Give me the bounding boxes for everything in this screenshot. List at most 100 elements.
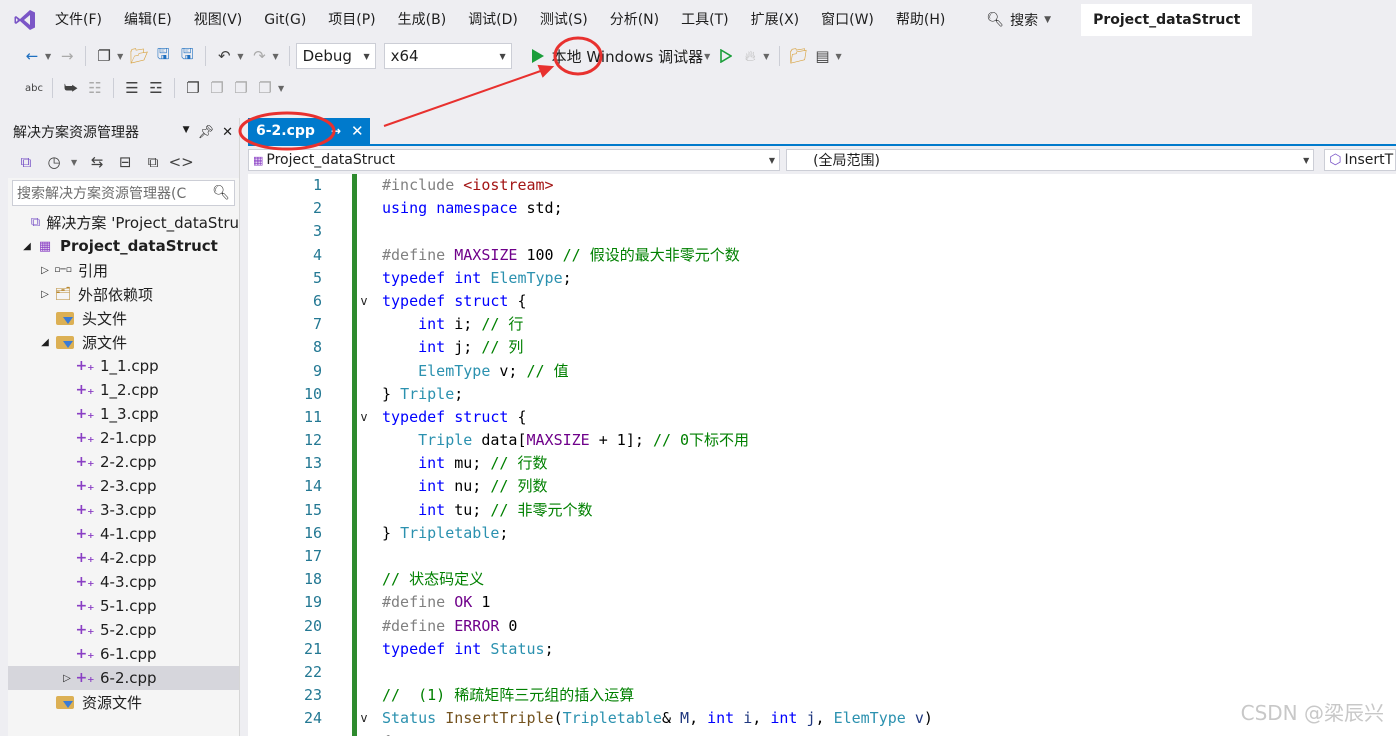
tree-item[interactable]: +₊ 6-1.cpp — [8, 642, 239, 666]
tree-item[interactable]: 资源文件 — [8, 690, 239, 714]
new-dropdown-icon[interactable]: ▼ — [117, 52, 123, 61]
collapse-all-icon[interactable]: ⊟ — [113, 150, 137, 174]
tree-item[interactable]: +₊ 5-2.cpp — [8, 618, 239, 642]
close-tab-icon[interactable]: ✕ — [351, 122, 364, 140]
bookmark-icon[interactable]: ❐ — [181, 76, 205, 100]
tree-item[interactable]: +₊ 4-3.cpp — [8, 570, 239, 594]
expanded-arrow-icon[interactable]: ◢ — [20, 241, 34, 252]
menu-item[interactable]: 生成(B) — [387, 0, 458, 40]
hot-reload-icon[interactable]: 🔥︎ — [738, 44, 762, 68]
start-debugging-play-icon[interactable] — [526, 44, 550, 68]
start-debugging-button[interactable]: 本地 Windows 调试器 — [552, 46, 704, 67]
menu-item[interactable]: 工具(T) — [670, 0, 739, 40]
tree-item[interactable]: +₊ 4-2.cpp — [8, 546, 239, 570]
tree-item[interactable]: +₊ 2-2.cpp — [8, 450, 239, 474]
menu-item[interactable]: 项目(P) — [317, 0, 386, 40]
redo-dropdown-icon[interactable]: ▼ — [272, 52, 278, 61]
undo-dropdown-icon[interactable]: ▼ — [237, 52, 243, 61]
menu-item[interactable]: 调试(D) — [457, 0, 529, 40]
save-all-icon[interactable]: 🖫︎ — [175, 44, 199, 68]
menu-item[interactable]: 文件(F) — [44, 0, 113, 40]
tree-item[interactable]: ◢ 源文件 — [8, 330, 239, 354]
menu-item[interactable]: 分析(N) — [599, 0, 670, 40]
menu-item[interactable]: Git(G) — [253, 0, 317, 40]
code-text: typedef int Status; — [382, 638, 554, 661]
new-project-icon[interactable]: ❐ — [92, 44, 116, 68]
tree-item[interactable]: +₊ 1_3.cpp — [8, 402, 239, 426]
clear-bookmarks-icon[interactable]: ❐ — [253, 76, 277, 100]
pin-tab-icon[interactable]: → — [331, 124, 341, 138]
solution-explorer-search-input[interactable]: 搜索解决方案资源管理器(C 🔍︎ — [12, 180, 235, 206]
debug-target-dropdown-icon[interactable]: ▼ — [704, 52, 710, 61]
menu-item[interactable]: 扩展(X) — [740, 0, 811, 40]
find-in-files-icon[interactable]: 📁︎ — [786, 44, 810, 68]
tree-item[interactable]: +₊ 1_1.cpp — [8, 354, 239, 378]
next-bookmark-icon[interactable]: ❐ — [229, 76, 253, 100]
window-layout-icon[interactable]: ▤ — [810, 44, 834, 68]
close-icon[interactable]: ✕ — [222, 125, 233, 140]
quick-info-icon[interactable]: ⮩ — [59, 76, 83, 100]
hot-reload-dropdown-icon[interactable]: ▼ — [763, 52, 769, 61]
tree-item[interactable]: +₊ 4-1.cpp — [8, 522, 239, 546]
menu-item[interactable]: 视图(V) — [183, 0, 254, 40]
tree-item[interactable]: +₊ 3-3.cpp — [8, 498, 239, 522]
back-dropdown-icon[interactable]: ▼ — [45, 52, 51, 61]
tree-item[interactable]: ▷ +₊ 6-2.cpp — [8, 666, 239, 690]
menu-item[interactable]: 帮助(H) — [885, 0, 956, 40]
menu-item[interactable]: 编辑(E) — [113, 0, 183, 40]
expanded-arrow-icon[interactable]: ◢ — [38, 337, 52, 348]
undo-icon[interactable]: ↶ — [212, 44, 236, 68]
start-without-debugging-icon[interactable] — [714, 44, 738, 68]
previous-bookmark-icon[interactable]: ❐ — [205, 76, 229, 100]
back-navigation-icon[interactable]: ← — [20, 44, 44, 68]
tree-item[interactable]: ▷ 🗂︎ 外部依赖项 — [8, 282, 239, 306]
menu-item[interactable]: 窗口(W) — [810, 0, 885, 40]
uncomment-lines-icon[interactable]: ☲ — [144, 76, 168, 100]
tree-item[interactable]: ◢ ▦ Project_dataStruct — [8, 234, 239, 258]
project-dropdown[interactable]: ▦ Project_dataStruct ▼ — [248, 149, 781, 171]
forward-navigation-icon[interactable]: → — [55, 44, 79, 68]
tree-item[interactable]: +₊ 2-3.cpp — [8, 474, 239, 498]
spell-check-icon[interactable]: abc — [22, 76, 46, 100]
redo-icon[interactable]: ↷ — [247, 44, 271, 68]
collapsed-arrow-icon[interactable]: ▷ — [38, 265, 52, 276]
open-folder-icon[interactable]: 📂︎ — [127, 44, 151, 68]
fold-toggle-icon[interactable]: v — [354, 290, 374, 313]
tree-item[interactable]: +₊ 2-1.cpp — [8, 426, 239, 450]
solution-platform-select[interactable]: x64 ▼ — [383, 43, 512, 69]
code-editor[interactable]: 1 #include <iostream> 2 using namespace std… — [248, 174, 1396, 736]
tree-item[interactable]: ▷ ▫─▫ 引用 — [8, 258, 239, 282]
collapsed-arrow-icon[interactable]: ▷ — [38, 289, 52, 300]
sync-with-active-document-icon[interactable]: ⇆ — [85, 150, 109, 174]
solution-configuration-select[interactable]: Debug ▼ — [295, 43, 376, 69]
pin-icon[interactable]: 📌︎ — [198, 125, 215, 140]
search-button[interactable]: 🔍︎ 搜索 ▼ — [978, 6, 1059, 34]
menu-item[interactable]: 测试(S) — [529, 0, 599, 40]
tab-6-2-cpp[interactable]: 6-2.cpp → ✕ — [248, 118, 370, 144]
fold-toggle-icon[interactable]: v — [354, 406, 374, 429]
show-all-files-icon[interactable]: ⧉ — [141, 150, 165, 174]
code-line: 19 #define OK 1 — [248, 591, 1396, 614]
comment-lines-icon[interactable]: ☰ — [120, 76, 144, 100]
toolbar-options-icon[interactable]: ▼ — [835, 52, 841, 61]
scope-dropdown[interactable]: (全局范围) ▼ — [786, 149, 1315, 171]
toolbar-options-icon[interactable]: ▼ — [278, 84, 284, 93]
tree-item-label: 5-1.cpp — [100, 597, 157, 615]
collapsed-arrow-icon[interactable]: ▷ — [60, 673, 74, 684]
member-dropdown[interactable]: ⬡ InsertT — [1324, 149, 1396, 171]
window-position-icon[interactable]: ▼ — [183, 125, 190, 140]
tree-item[interactable]: ⧉ 解决方案 'Project_dataStru — [8, 210, 239, 234]
tree-item[interactable]: +₊ 5-1.cpp — [8, 594, 239, 618]
tree-item[interactable]: 头文件 — [8, 306, 239, 330]
pending-changes-filter-icon[interactable]: ◷ — [42, 150, 66, 174]
tree-item[interactable]: +₊ 1_2.cpp — [8, 378, 239, 402]
filter-dropdown-icon[interactable]: ▼ — [71, 158, 77, 167]
watermark: CSDN @梁辰兴 — [1240, 701, 1384, 725]
parameter-info-icon[interactable]: ☷ — [83, 76, 107, 100]
switch-views-icon[interactable]: ⧉ — [14, 150, 38, 174]
fold-toggle-icon[interactable]: v — [354, 707, 374, 730]
view-code-icon[interactable]: <> — [169, 150, 194, 174]
visual-studio-logo-icon[interactable] — [6, 0, 44, 40]
save-icon[interactable]: 🖫︎ — [151, 44, 175, 68]
